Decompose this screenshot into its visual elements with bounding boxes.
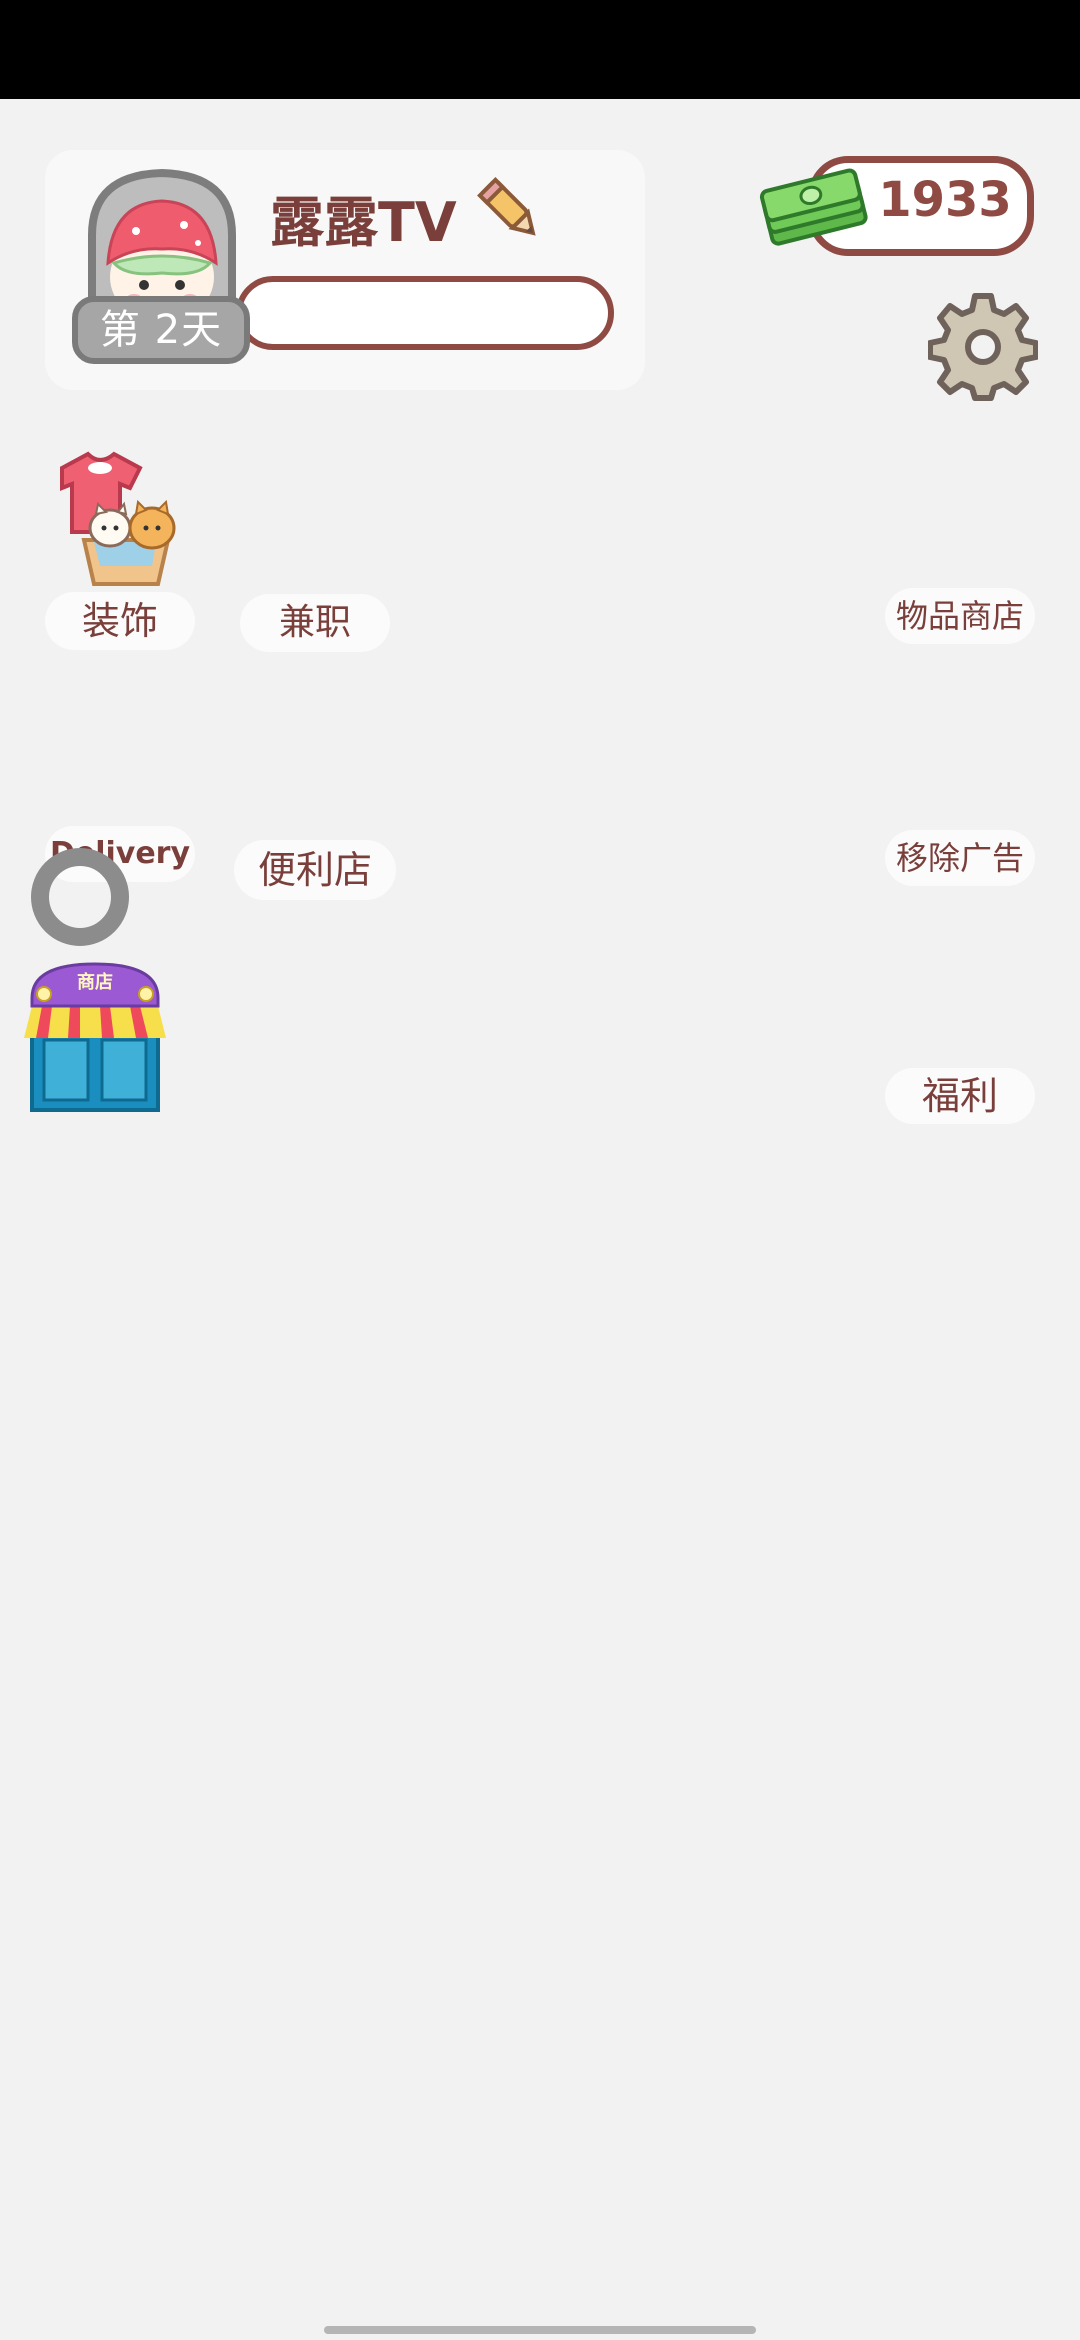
loading-ring-icon: [28, 845, 132, 949]
status-bar: [0, 0, 1080, 99]
home-indicator[interactable]: [324, 2326, 756, 2334]
item-shop-button[interactable]: 物品商店: [885, 588, 1035, 644]
convenience-store-button[interactable]: 便利店: [234, 840, 396, 900]
experience-progress-bar: [236, 276, 614, 350]
clothes-cats-basket-icon[interactable]: [48, 448, 194, 590]
decoration-button[interactable]: 装饰: [45, 592, 195, 650]
gear-icon[interactable]: [927, 292, 1039, 402]
welfare-button[interactable]: 福利: [885, 1068, 1035, 1124]
shop-sign-text: 商店: [77, 971, 113, 993]
part-time-job-button[interactable]: 兼职: [240, 594, 390, 652]
money-value: 1933: [878, 172, 1012, 228]
remove-ads-button[interactable]: 移除广告: [885, 830, 1035, 886]
day-counter-badge: 第 2天: [72, 296, 250, 364]
shop-building-icon[interactable]: 商店: [18, 958, 172, 1114]
pencil-icon[interactable]: [476, 176, 546, 246]
player-name: 露露TV: [270, 191, 457, 254]
cash-stack-icon: [758, 166, 870, 250]
